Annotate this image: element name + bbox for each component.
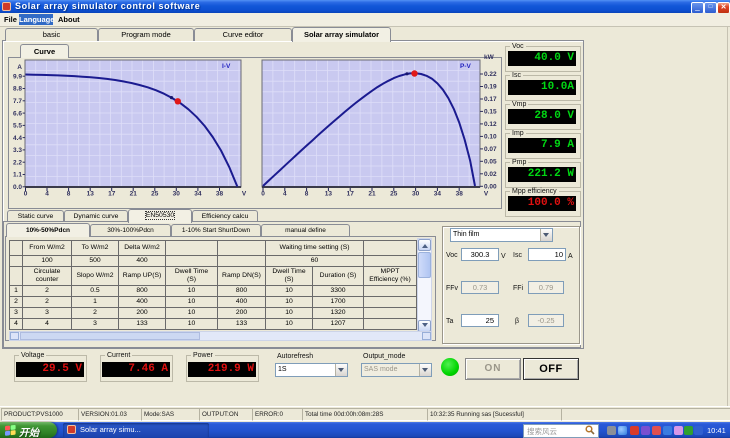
svg-text:30: 30 xyxy=(412,191,420,198)
svg-text:4: 4 xyxy=(45,191,49,198)
svg-text:4: 4 xyxy=(283,191,287,198)
svg-text:V: V xyxy=(242,191,247,198)
svg-text:8: 8 xyxy=(67,191,71,198)
svg-text:25: 25 xyxy=(390,191,398,198)
svg-text:A: A xyxy=(17,64,22,71)
svg-text:30: 30 xyxy=(173,191,181,198)
svg-text:3.3: 3.3 xyxy=(13,147,22,154)
svg-text:38: 38 xyxy=(456,191,464,198)
svg-text:25: 25 xyxy=(151,191,159,198)
svg-text:17: 17 xyxy=(108,191,116,198)
svg-text:P-V: P-V xyxy=(460,63,472,70)
svg-text:I-V: I-V xyxy=(222,63,231,70)
svg-text:8.8: 8.8 xyxy=(13,86,22,93)
svg-text:V: V xyxy=(484,191,489,198)
svg-text:1.1: 1.1 xyxy=(13,172,22,179)
svg-text:34: 34 xyxy=(434,191,442,198)
svg-text:7.7: 7.7 xyxy=(13,98,22,105)
svg-text:2.2: 2.2 xyxy=(13,159,22,166)
svg-text:9.9: 9.9 xyxy=(13,73,22,80)
svg-text:8: 8 xyxy=(305,191,309,198)
svg-text:0.17: 0.17 xyxy=(484,96,497,103)
svg-text:0.05: 0.05 xyxy=(484,159,497,166)
svg-text:21: 21 xyxy=(368,191,376,198)
svg-text:0.22: 0.22 xyxy=(484,71,497,78)
svg-text:38: 38 xyxy=(216,191,224,198)
svg-text:6.6: 6.6 xyxy=(13,110,22,117)
svg-text:21: 21 xyxy=(130,191,138,198)
svg-text:13: 13 xyxy=(87,191,95,198)
svg-text:0.12: 0.12 xyxy=(484,121,497,128)
svg-text:17: 17 xyxy=(347,191,355,198)
svg-text:13: 13 xyxy=(325,191,333,198)
svg-text:0.02: 0.02 xyxy=(484,171,497,178)
svg-text:4.4: 4.4 xyxy=(13,135,22,142)
svg-text:0.19: 0.19 xyxy=(484,84,497,91)
svg-text:0.07: 0.07 xyxy=(484,146,497,153)
svg-text:0: 0 xyxy=(24,191,28,198)
svg-text:0.00: 0.00 xyxy=(484,184,497,191)
svg-text:0.0: 0.0 xyxy=(13,184,22,191)
svg-text:5.5: 5.5 xyxy=(13,123,22,130)
svg-text:0.10: 0.10 xyxy=(484,134,497,141)
svg-text:34: 34 xyxy=(194,191,202,198)
svg-text:0.15: 0.15 xyxy=(484,109,497,116)
svg-text:kW: kW xyxy=(484,54,495,61)
svg-text:0: 0 xyxy=(261,191,265,198)
